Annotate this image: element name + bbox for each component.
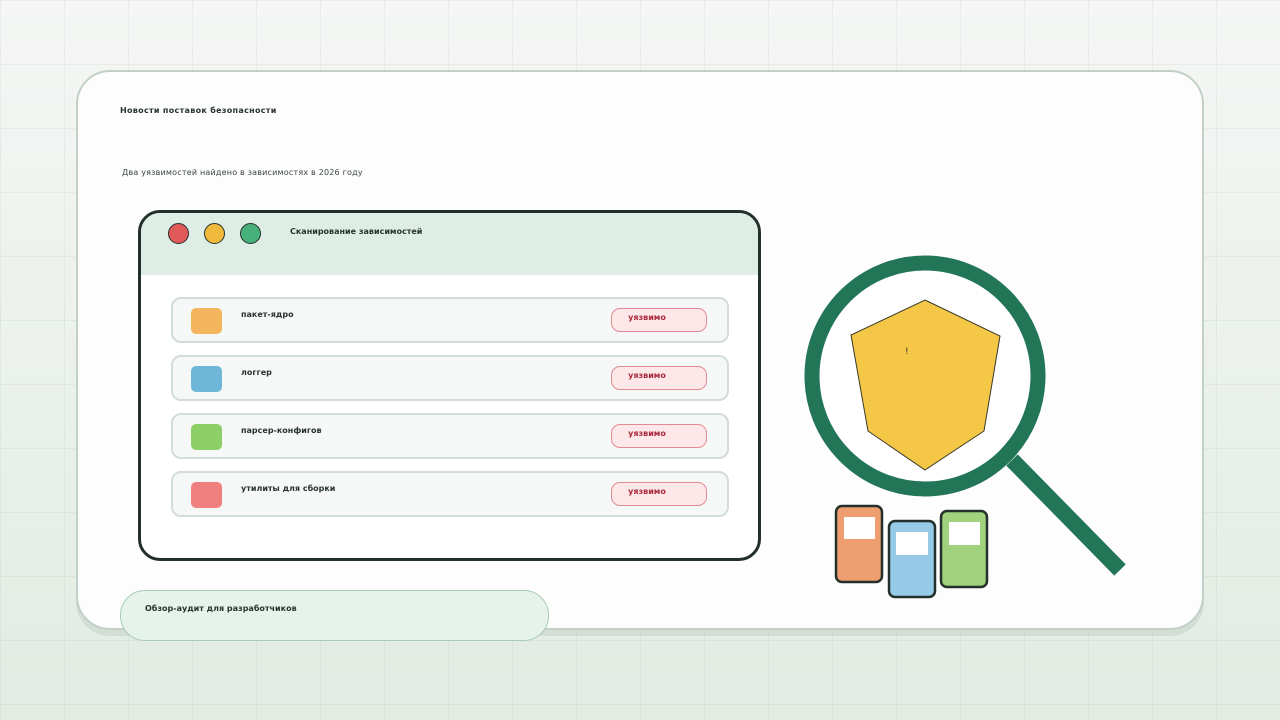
package-block-label [949,522,980,545]
package-block [887,519,937,599]
package-block [939,509,989,589]
package-block [834,504,884,584]
package-block-label [896,532,928,555]
magnifier-handle [1006,454,1126,576]
warning-mark: ! [905,347,909,357]
security-illustration: ! [804,255,1126,599]
package-block-label [844,517,875,539]
